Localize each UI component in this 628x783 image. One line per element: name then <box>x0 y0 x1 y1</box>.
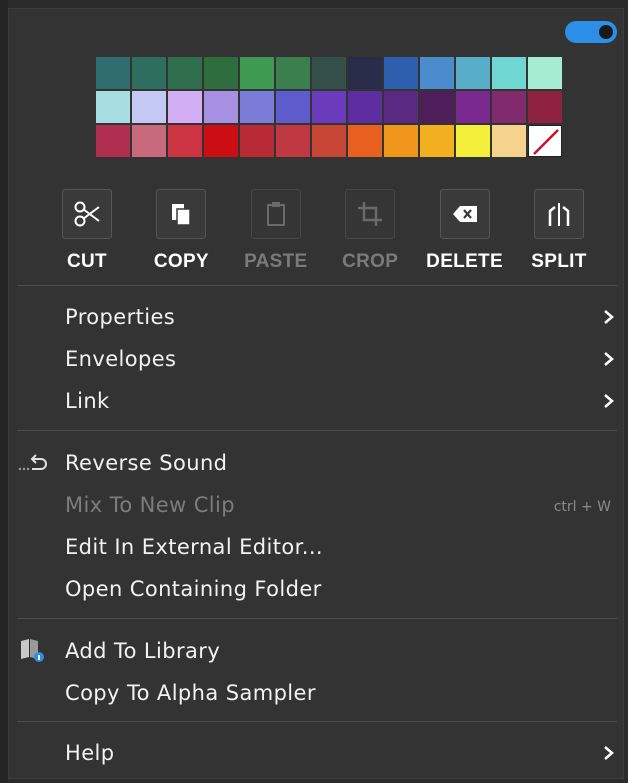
color-swatch[interactable] <box>348 57 382 89</box>
paste-label: PASTE <box>244 251 308 272</box>
mix-to-new-clip-label: Mix To New Clip <box>65 493 235 517</box>
color-swatch[interactable] <box>384 125 418 157</box>
color-swatch[interactable] <box>312 125 346 157</box>
color-swatch[interactable] <box>204 91 238 123</box>
chevron-right-icon <box>604 352 614 366</box>
split-label: SPLIT <box>531 251 587 272</box>
scissors-icon <box>62 189 112 239</box>
split-button[interactable]: SPLIT <box>515 189 603 285</box>
chevron-right-icon <box>604 310 614 324</box>
paste-button[interactable]: PASTE <box>232 189 320 285</box>
menu-divider <box>17 430 617 431</box>
crop-label: CROP <box>342 251 399 272</box>
color-swatch[interactable] <box>348 125 382 157</box>
color-swatch[interactable] <box>456 57 490 89</box>
color-swatch[interactable] <box>348 91 382 123</box>
background-strip <box>0 0 8 783</box>
menu-item-copy-alpha[interactable]: Copy To Alpha Sampler <box>9 675 623 711</box>
menu-item-reverse-sound[interactable]: Reverse Sound <box>9 445 623 481</box>
color-swatch[interactable] <box>420 125 454 157</box>
color-swatch[interactable] <box>456 125 490 157</box>
color-swatch[interactable] <box>420 91 454 123</box>
color-swatch[interactable] <box>132 125 166 157</box>
color-swatch[interactable] <box>492 57 526 89</box>
color-swatch[interactable] <box>312 57 346 89</box>
color-swatch[interactable] <box>96 57 130 89</box>
color-palette <box>96 57 562 157</box>
menu-divider <box>17 721 617 722</box>
properties-label: Properties <box>65 305 176 329</box>
split-icon <box>533 189 584 239</box>
crop-icon <box>345 189 396 239</box>
copy-icon <box>156 189 207 239</box>
menu-item-properties[interactable]: Properties <box>9 299 623 335</box>
color-swatch[interactable] <box>168 125 202 157</box>
color-swatch[interactable] <box>384 57 418 89</box>
color-swatch[interactable] <box>96 125 130 157</box>
cut-button[interactable]: CUT <box>43 189 131 285</box>
menu-item-link[interactable]: Link <box>9 383 623 419</box>
delete-icon <box>439 189 490 239</box>
color-swatch[interactable] <box>240 57 274 89</box>
color-swatch[interactable] <box>276 91 310 123</box>
edit-external-label: Edit In External Editor... <box>65 535 323 559</box>
link-label: Link <box>65 389 110 413</box>
library-book-icon <box>21 639 44 662</box>
color-swatch[interactable] <box>528 57 562 89</box>
color-swatch[interactable] <box>384 91 418 123</box>
no-color-swatch[interactable] <box>528 125 562 157</box>
color-swatch[interactable] <box>492 125 526 157</box>
reverse-arrow-icon <box>18 454 47 471</box>
menu-divider <box>17 618 617 619</box>
color-swatch[interactable] <box>204 125 238 157</box>
menu-item-edit-external[interactable]: Edit In External Editor... <box>9 529 623 565</box>
color-swatch[interactable] <box>420 57 454 89</box>
color-swatch[interactable] <box>132 91 166 123</box>
chevron-right-icon <box>604 394 614 408</box>
crop-button[interactable]: CROP <box>326 189 414 285</box>
menu-item-envelopes[interactable]: Envelopes <box>9 341 623 377</box>
color-swatch[interactable] <box>96 91 130 123</box>
menu-item-add-library[interactable]: Add To Library <box>9 633 623 669</box>
color-swatch[interactable] <box>240 91 274 123</box>
toggle-switch[interactable] <box>565 21 617 43</box>
copy-button[interactable]: COPY <box>137 189 225 285</box>
color-swatch[interactable] <box>168 57 202 89</box>
menu-divider <box>17 285 617 286</box>
delete-button[interactable]: DELETE <box>421 189 509 285</box>
color-swatch[interactable] <box>132 57 166 89</box>
envelopes-label: Envelopes <box>65 347 177 371</box>
menu-item-help[interactable]: Help <box>9 735 623 771</box>
chevron-right-icon <box>604 746 614 760</box>
help-label: Help <box>65 741 115 765</box>
menu-item-mix-to-new-clip[interactable]: Mix To New Clip ctrl + W <box>9 487 623 523</box>
toggle-knob <box>599 25 613 39</box>
color-swatch[interactable] <box>204 57 238 89</box>
menu-item-open-folder[interactable]: Open Containing Folder <box>9 571 623 607</box>
shortcut-hint: ctrl + W <box>553 499 611 515</box>
open-folder-label: Open Containing Folder <box>65 577 322 601</box>
color-swatch[interactable] <box>240 125 274 157</box>
color-swatch[interactable] <box>456 91 490 123</box>
color-swatch[interactable] <box>312 91 346 123</box>
add-library-label: Add To Library <box>65 639 221 663</box>
color-swatch[interactable] <box>276 57 310 89</box>
color-swatch[interactable] <box>276 125 310 157</box>
copy-alpha-label: Copy To Alpha Sampler <box>65 681 316 705</box>
cut-label: CUT <box>67 251 107 272</box>
edit-toolbar: CUT COPY PASTE CROP DELETE SPLIT <box>43 189 603 285</box>
clip-context-menu: CUT COPY PASTE CROP DELETE SPLIT Propert… <box>8 8 624 779</box>
paste-icon <box>250 189 301 239</box>
copy-label: COPY <box>153 251 209 272</box>
color-swatch[interactable] <box>528 91 562 123</box>
color-swatch[interactable] <box>492 91 526 123</box>
color-swatch[interactable] <box>168 91 202 123</box>
reverse-sound-label: Reverse Sound <box>65 451 228 475</box>
delete-label: DELETE <box>426 251 503 272</box>
